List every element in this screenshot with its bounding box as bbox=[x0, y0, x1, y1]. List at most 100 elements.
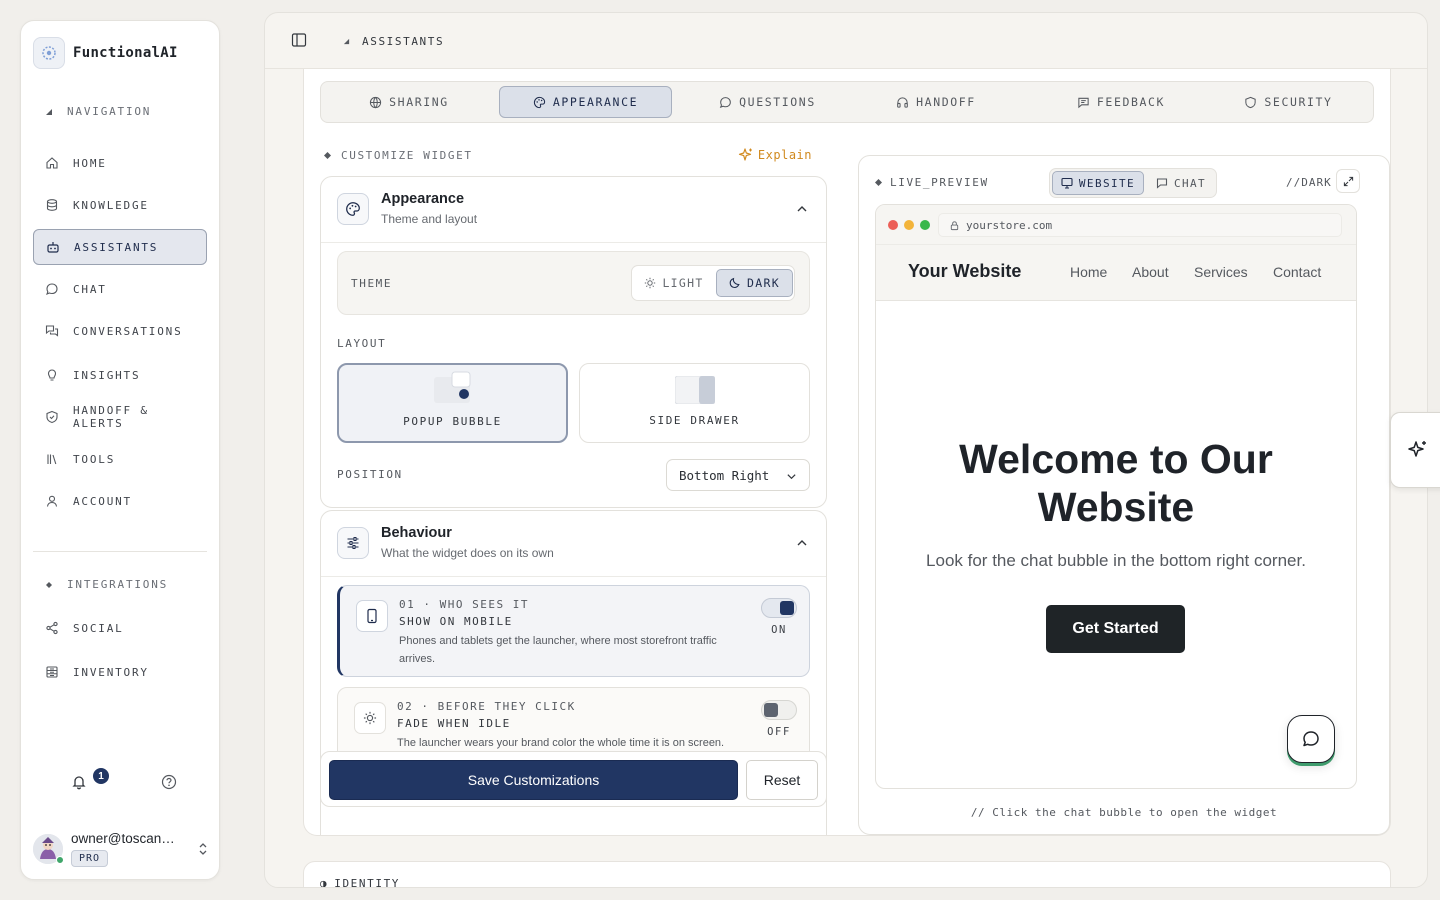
tab-feedback[interactable]: FEEDBACK bbox=[1041, 86, 1201, 118]
minimize-dot bbox=[904, 220, 914, 230]
sidebar-item-handoff-alerts[interactable]: HANDOFF & ALERTS bbox=[33, 399, 207, 435]
behaviour-subtitle: What the widget does on its own bbox=[381, 546, 554, 560]
half-circle-icon: ◑ bbox=[320, 877, 329, 888]
sidebar-item-home[interactable]: HOME bbox=[33, 145, 207, 181]
sparkles-icon bbox=[738, 148, 752, 161]
browser-url-bar: yourstore.com bbox=[938, 213, 1342, 237]
tab-security[interactable]: SECURITY bbox=[1211, 86, 1366, 118]
preview-caption: // Click the chat bubble to open the wid… bbox=[970, 806, 1278, 819]
sidebar-item-assistants[interactable]: ASSISTANTS bbox=[33, 229, 207, 265]
notification-count-badge: 1 bbox=[93, 768, 109, 784]
sidebar-item-insights[interactable]: INSIGHTS bbox=[33, 357, 207, 393]
sliders-icon bbox=[337, 527, 369, 559]
database-icon bbox=[46, 199, 58, 211]
expand-preview-button[interactable] bbox=[1336, 169, 1360, 193]
brand-logo-icon bbox=[33, 37, 65, 69]
theme-label: THEME bbox=[351, 277, 393, 290]
chat-icon bbox=[46, 283, 58, 295]
save-customizations-button[interactable]: Save Customizations bbox=[329, 760, 738, 800]
reset-button[interactable]: Reset bbox=[746, 760, 818, 800]
notifications-button[interactable]: 1 bbox=[67, 768, 109, 794]
bell-icon bbox=[72, 776, 86, 790]
layout-side-drawer-option[interactable]: SIDE DRAWER bbox=[579, 363, 810, 443]
sun-icon bbox=[645, 277, 656, 289]
smartphone-icon bbox=[356, 600, 388, 632]
tab-handoff[interactable]: HANDOFF bbox=[866, 86, 1006, 118]
theme-light-button[interactable]: LIGHT bbox=[635, 269, 713, 297]
identity-label: IDENTITY bbox=[334, 877, 401, 888]
sidebar-item-inventory[interactable]: INVENTORY bbox=[33, 654, 207, 690]
appearance-subtitle: Theme and layout bbox=[381, 212, 478, 226]
tab-questions[interactable]: QUESTIONS bbox=[681, 86, 854, 118]
theme-toggle: LIGHT DARK bbox=[631, 265, 795, 301]
diamond-icon bbox=[875, 179, 882, 186]
topbar: ASSISTANTS bbox=[265, 13, 1427, 69]
identity-section[interactable]: ◑ IDENTITY bbox=[303, 861, 1391, 888]
site-link-about[interactable]: About bbox=[1132, 264, 1169, 280]
appearance-title: Appearance bbox=[381, 191, 465, 207]
behaviour-panel-header[interactable]: Behaviour What the widget does on its ow… bbox=[321, 511, 826, 577]
chevron-up-icon bbox=[797, 540, 807, 546]
ai-assistant-fab[interactable] bbox=[1390, 412, 1440, 488]
tab-sharing[interactable]: SHARING bbox=[329, 86, 489, 118]
side-drawer-preview-icon bbox=[675, 376, 715, 404]
behaviour-title: Behaviour bbox=[381, 525, 452, 541]
hero-subtitle: Look for the chat bubble in the bottom r… bbox=[926, 551, 1306, 570]
preview-website-button[interactable]: WEBSITE bbox=[1052, 171, 1144, 195]
appearance-panel-header[interactable]: Appearance Theme and layout bbox=[321, 177, 826, 243]
share-icon bbox=[46, 621, 58, 635]
sidebar-item-conversations[interactable]: CONVERSATIONS bbox=[33, 313, 207, 349]
sidebar-item-chat[interactable]: CHAT bbox=[33, 271, 207, 307]
user-menu[interactable]: owner@toscan… PRO bbox=[33, 827, 209, 871]
message-square-icon bbox=[1078, 97, 1089, 108]
chat-bubble-launcher[interactable] bbox=[1287, 715, 1335, 763]
main-panel: ASSISTANTS SHARING APPEARANCE QUESTIONS … bbox=[264, 12, 1428, 888]
sidebar-item-account[interactable]: ACCOUNT bbox=[33, 483, 207, 519]
site-nav: Your Website Home About Services Contact bbox=[876, 245, 1356, 301]
show-on-mobile-toggle[interactable] bbox=[761, 598, 797, 618]
chevron-up-down-icon bbox=[199, 843, 207, 855]
help-circle-icon bbox=[161, 774, 177, 790]
sidebar-item-social[interactable]: SOCIAL bbox=[33, 610, 207, 646]
lightbulb-icon bbox=[47, 369, 57, 381]
expand-icon bbox=[1343, 176, 1353, 186]
site-link-contact[interactable]: Contact bbox=[1273, 264, 1321, 280]
monitor-icon bbox=[1061, 177, 1073, 189]
tab-appearance[interactable]: APPEARANCE bbox=[499, 86, 672, 118]
browser-chrome: yourstore.com bbox=[876, 205, 1356, 245]
toggle-sidebar-button[interactable] bbox=[291, 32, 307, 48]
theme-setting: THEME LIGHT DARK bbox=[337, 251, 810, 315]
navigation-section-label[interactable]: NAVIGATION bbox=[45, 105, 151, 118]
sidebar: FunctionalAI NAVIGATION HOME KNOWLEDGE A… bbox=[20, 20, 220, 880]
library-icon bbox=[47, 454, 57, 465]
sidebar-item-tools[interactable]: TOOLS bbox=[33, 441, 207, 477]
explain-button[interactable]: Explain bbox=[738, 147, 812, 163]
inventory-icon bbox=[46, 666, 58, 678]
preview-chat-button[interactable]: CHAT bbox=[1148, 171, 1214, 195]
toggle-state: OFF bbox=[767, 726, 791, 738]
preview-dark-toggle[interactable]: //DARK bbox=[1286, 176, 1332, 189]
rule-description: Phones and tablets get the launcher, whe… bbox=[399, 635, 717, 665]
rule-title: FADE WHEN IDLE bbox=[397, 717, 511, 730]
chevron-up-icon bbox=[797, 206, 807, 212]
rule-show-on-mobile: 01 · WHO SEES IT SHOW ON MOBILE Phones a… bbox=[337, 585, 810, 677]
layout-popup-bubble-option[interactable]: POPUP BUBBLE bbox=[337, 363, 568, 443]
help-button[interactable] bbox=[157, 770, 181, 794]
close-dot bbox=[888, 220, 898, 230]
sidebar-divider bbox=[33, 551, 207, 552]
integrations-section-label[interactable]: INTEGRATIONS bbox=[45, 578, 168, 591]
live-preview-label: LIVE_PREVIEW bbox=[875, 176, 989, 189]
sidebar-item-knowledge[interactable]: KNOWLEDGE bbox=[33, 187, 207, 223]
position-select[interactable]: Bottom Right bbox=[666, 459, 810, 491]
site-link-home[interactable]: Home bbox=[1070, 264, 1107, 280]
fade-when-idle-toggle[interactable] bbox=[761, 700, 797, 720]
message-circle-icon bbox=[719, 96, 731, 108]
collapse-triangle-icon bbox=[46, 108, 52, 115]
site-link-services[interactable]: Services bbox=[1194, 264, 1248, 280]
brand[interactable]: FunctionalAI bbox=[33, 37, 178, 69]
rule-description: The launcher wears your brand color the … bbox=[397, 737, 725, 749]
diamond-icon bbox=[324, 152, 331, 159]
get-started-button[interactable]: Get Started bbox=[1046, 605, 1185, 653]
live-preview-panel: LIVE_PREVIEW WEBSITE CHAT //DARK yoursto… bbox=[858, 155, 1390, 835]
theme-dark-button[interactable]: DARK bbox=[716, 269, 793, 297]
